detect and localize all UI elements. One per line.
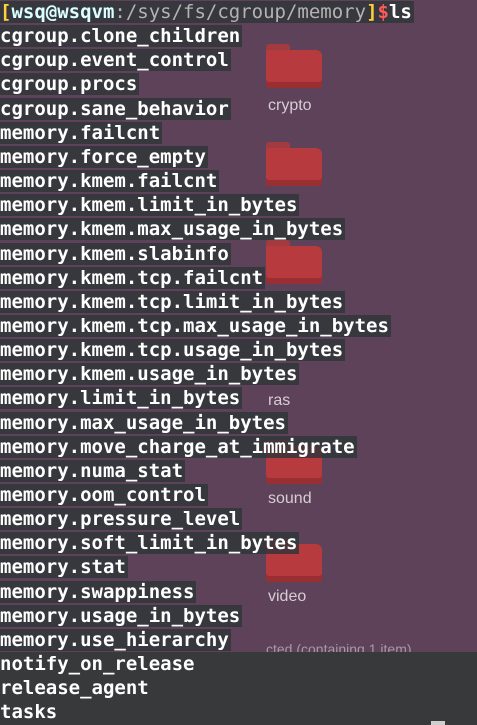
file-list-item: memory.kmem.tcp.failcnt (0, 266, 266, 290)
file-name: cgroup.event_control (0, 49, 231, 71)
file-name: memory.kmem.limit_in_bytes (0, 194, 300, 216)
file-name: memory.force_empty (0, 146, 208, 168)
file-name: memory.max_usage_in_bytes (0, 412, 288, 434)
file-name: memory.kmem.failcnt (0, 170, 220, 192)
terminal-output[interactable]: [wsq@wsqvm:/sys/fs/cgroup/memory]$ls cgr… (0, 0, 477, 725)
file-name: memory.move_charge_at_immigrate (0, 436, 357, 458)
file-name: notify_on_release (0, 653, 195, 675)
file-list-item: memory.kmem.tcp.max_usage_in_bytes (0, 314, 391, 338)
file-list-item: memory.limit_in_bytes (0, 386, 243, 410)
file-list-item: notify_on_release (0, 652, 194, 676)
file-name: memory.kmem.tcp.limit_in_bytes (0, 291, 346, 313)
file-list-item: memory.swappiness (0, 580, 197, 604)
file-name: memory.usage_in_bytes (0, 605, 243, 627)
file-name: memory.kmem.tcp.usage_in_bytes (0, 339, 346, 361)
prompt-close-bracket: ] (366, 1, 378, 23)
file-name: memory.limit_in_bytes (0, 387, 243, 409)
file-name: memory.kmem.max_usage_in_bytes (0, 218, 346, 240)
file-list-item: memory.oom_control (0, 483, 208, 507)
file-name: tasks (0, 701, 58, 723)
file-name: memory.swappiness (0, 581, 197, 603)
prompt-user-host: wsq@wsqvm (11, 1, 115, 23)
file-list-item: memory.usage_in_bytes (0, 604, 243, 628)
file-list-item: memory.stat (0, 555, 128, 579)
file-list-item: cgroup.procs (0, 72, 140, 96)
file-list-item: memory.kmem.limit_in_bytes (0, 193, 300, 217)
file-name: memory.pressure_level (0, 508, 243, 530)
file-list-item: release_agent (0, 676, 149, 700)
prompt-open-bracket: [ (0, 1, 12, 23)
file-list-item: memory.move_charge_at_immigrate (0, 435, 357, 459)
file-list-item: cgroup.clone_children (0, 24, 243, 48)
file-name: memory.oom_control (0, 484, 208, 506)
file-list-item: memory.pressure_level (0, 507, 243, 531)
file-name: cgroup.sane_behavior (0, 98, 231, 120)
file-list-item: memory.numa_stat (0, 459, 186, 483)
file-list-item: memory.use_hierarchy (0, 628, 231, 652)
file-list-item: memory.kmem.tcp.usage_in_bytes (0, 338, 346, 362)
file-list-item: memory.failcnt (0, 121, 163, 145)
file-list-item: memory.soft_limit_in_bytes (0, 531, 300, 555)
file-list-item: tasks (0, 700, 57, 724)
shell-prompt: [wsq@wsqvm:/sys/fs/cgroup/memory]$ls (0, 0, 414, 24)
file-name: cgroup.clone_children (0, 25, 243, 47)
file-name: release_agent (0, 677, 149, 699)
file-name: memory.numa_stat (0, 460, 186, 482)
file-name: memory.use_hierarchy (0, 629, 231, 651)
file-name: memory.kmem.usage_in_bytes (0, 363, 300, 385)
file-name: memory.failcnt (0, 122, 163, 144)
file-name: memory.kmem.slabinfo (0, 243, 231, 265)
file-list-item: cgroup.event_control (0, 48, 231, 72)
file-list-item: memory.max_usage_in_bytes (0, 411, 288, 435)
file-name: memory.kmem.tcp.max_usage_in_bytes (0, 315, 391, 337)
prompt-dollar: $ (377, 1, 389, 23)
file-name: memory.soft_limit_in_bytes (0, 532, 300, 554)
file-list-item: memory.kmem.slabinfo (0, 242, 231, 266)
file-list-item: memory.kmem.max_usage_in_bytes (0, 217, 346, 241)
file-list-item: memory.force_empty (0, 145, 208, 169)
file-name: cgroup.procs (0, 73, 140, 95)
file-list-item: cgroup.sane_behavior (0, 97, 231, 121)
file-name: memory.stat (0, 556, 128, 578)
file-list-item: memory.kmem.usage_in_bytes (0, 362, 300, 386)
prompt-command: ls (388, 1, 412, 23)
file-list-item: memory.kmem.tcp.limit_in_bytes (0, 290, 346, 314)
file-list-item: memory.kmem.failcnt (0, 169, 220, 193)
prompt-path: :/sys/fs/cgroup/memory (114, 1, 367, 23)
file-name: memory.kmem.tcp.failcnt (0, 267, 266, 289)
